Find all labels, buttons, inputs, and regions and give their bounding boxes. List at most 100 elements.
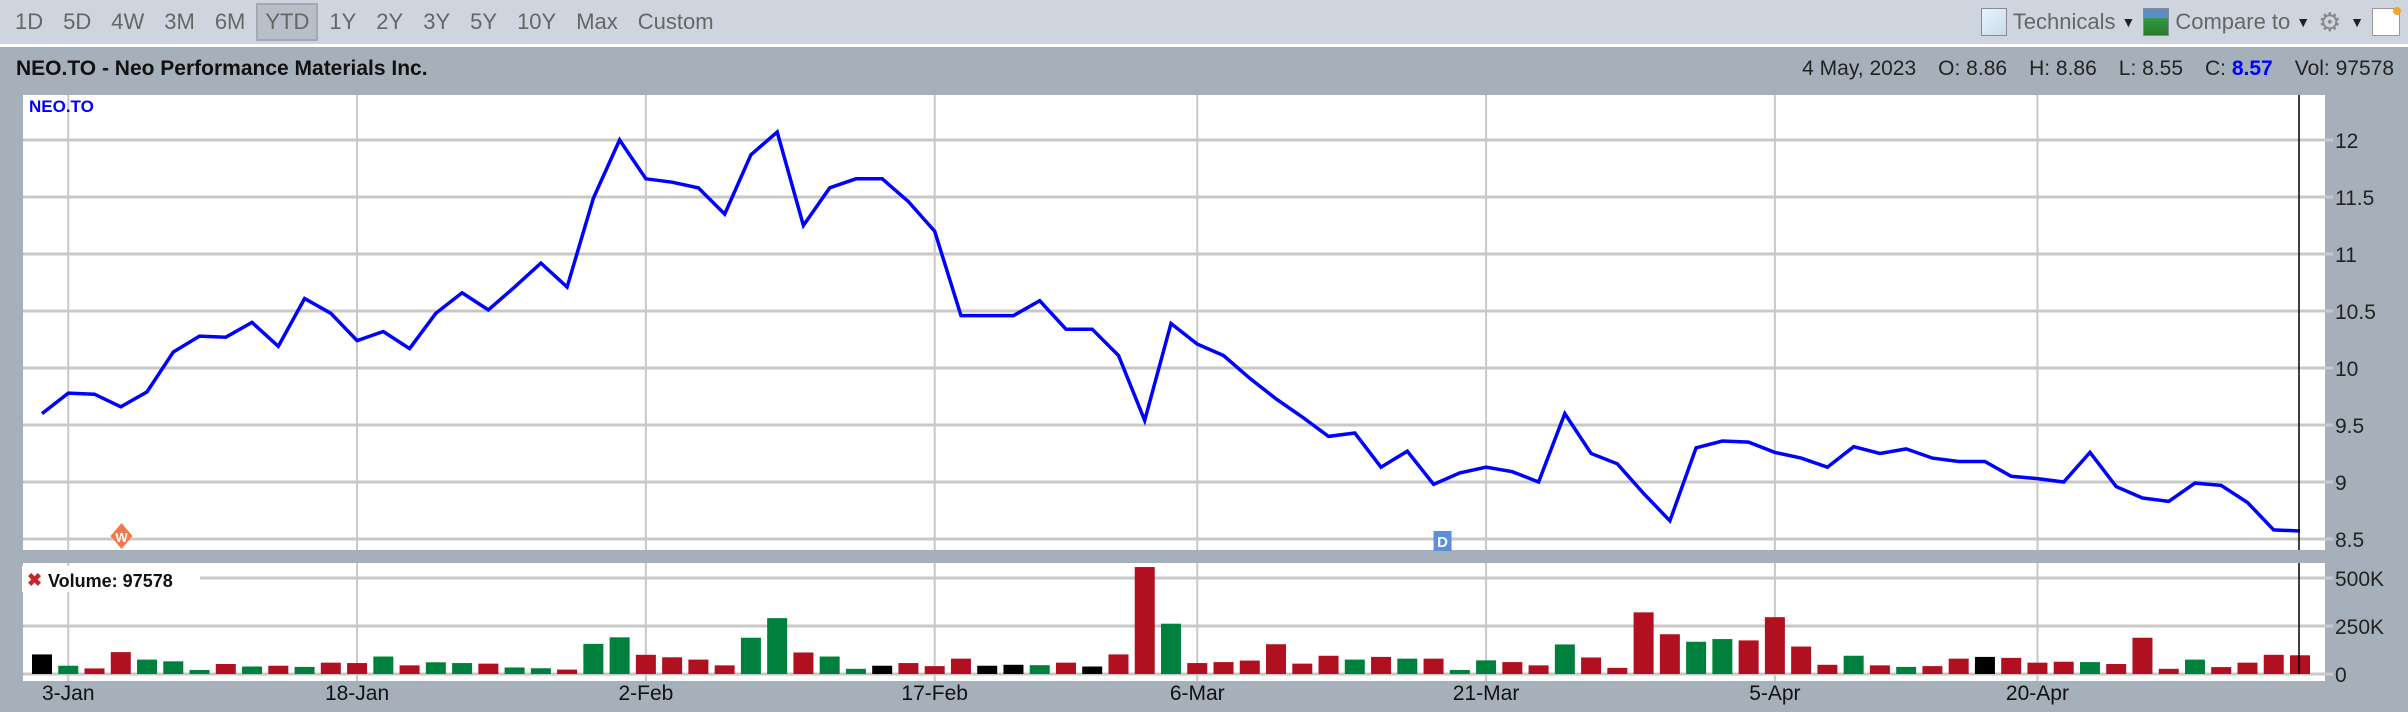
volume-bar xyxy=(1449,669,1470,674)
range-selector: 1D 5D 4W 3M 6M YTD 1Y 2Y 3Y 5Y 10Y Max Custom xyxy=(6,3,725,41)
volume-bar xyxy=(845,668,866,674)
volume-bar xyxy=(1791,646,1812,674)
volume-bar xyxy=(2237,662,2258,674)
range-6m[interactable]: 6M xyxy=(206,3,255,41)
price-axis-label: 9 xyxy=(2335,472,2347,495)
technicals-button[interactable]: Technicals ▼ xyxy=(1980,8,2136,36)
page-title: NEO.TO - Neo Performance Materials Inc. xyxy=(16,57,428,80)
volume-bar xyxy=(688,659,709,674)
settings-button[interactable]: ⚙ ▼ xyxy=(2318,9,2364,35)
volume-bar xyxy=(1607,667,1628,674)
range-1y[interactable]: 1Y xyxy=(320,3,365,41)
volume-bar xyxy=(163,661,184,674)
quote-close-label: C: xyxy=(2205,57,2227,80)
volume-bar xyxy=(1633,612,1654,674)
volume-bar xyxy=(242,666,263,674)
range-3y[interactable]: 3Y xyxy=(414,3,459,41)
compare-button[interactable]: Compare to ▼ xyxy=(2143,8,2310,36)
volume-bar xyxy=(1187,663,1208,674)
volume-bar xyxy=(1423,658,1444,674)
volume-bar xyxy=(110,652,131,674)
volume-bar xyxy=(1554,644,1575,674)
volume-bar xyxy=(1922,666,1943,674)
range-5d[interactable]: 5D xyxy=(54,3,100,41)
chevron-down-icon: ▼ xyxy=(2296,14,2311,30)
volume-bar xyxy=(1292,663,1313,674)
quote-high: H: 8.86 xyxy=(2029,57,2097,80)
volume-bar xyxy=(1896,666,1917,674)
date-axis-label: 20-Apr xyxy=(2006,682,2069,705)
range-max[interactable]: Max xyxy=(567,3,627,41)
date-axis-label: 3-Jan xyxy=(42,682,95,705)
price-axis-label: 12 xyxy=(2335,130,2358,153)
quote-summary: 4 May, 2023 O: 8.86 H: 8.86 L: 8.55 C: 8… xyxy=(1802,57,2394,81)
price-volume-chart[interactable]: 8.5 9 9.5 10 10.5 11 11.5 12 0 250K 500K 3-Jan 18-Ja… xyxy=(0,0,2408,712)
volume-bar xyxy=(2001,657,2022,674)
range-1d[interactable]: 1D xyxy=(6,3,52,41)
volume-bar xyxy=(425,662,446,674)
range-ytd[interactable]: YTD xyxy=(256,3,319,41)
range-2y[interactable]: 2Y xyxy=(367,3,412,41)
panel-separator xyxy=(23,550,2325,563)
series-label: NEO.TO xyxy=(29,97,94,116)
compare-chart-icon xyxy=(2143,8,2170,36)
gear-icon: ⚙ xyxy=(2318,7,2342,37)
range-4w[interactable]: 4W xyxy=(102,3,153,41)
volume-bar xyxy=(2184,659,2205,674)
volume-bar xyxy=(1764,617,1785,674)
quote-open: O: 8.86 xyxy=(1938,57,2008,80)
volume-bar xyxy=(1003,664,1024,674)
volume-bar xyxy=(1974,656,1995,674)
volume-bar xyxy=(1318,655,1339,674)
volume-bar xyxy=(1502,662,1523,674)
date-axis-label: 18-Jan xyxy=(325,682,389,705)
volume-bar xyxy=(1869,665,1890,674)
range-5y[interactable]: 5Y xyxy=(461,3,506,41)
volume-bar xyxy=(1397,658,1418,674)
chevron-down-icon: ▼ xyxy=(2121,14,2136,30)
volume-bar xyxy=(1344,659,1365,674)
event-d-label: D xyxy=(1437,534,1448,551)
volume-bar xyxy=(1712,639,1733,674)
chart-tools: Technicals ▼ Compare to ▼ ⚙ ▼ xyxy=(1980,7,2401,36)
remove-volume-icon[interactable]: ✖ xyxy=(27,570,42,590)
range-3m[interactable]: 3M xyxy=(155,3,204,41)
volume-bar xyxy=(1581,657,1602,674)
volume-bar xyxy=(478,663,499,674)
price-axis-label: 10 xyxy=(2335,358,2358,381)
volume-bar xyxy=(740,637,761,674)
volume-bar xyxy=(1213,662,1234,674)
volume-bar xyxy=(2158,668,2179,674)
volume-bar xyxy=(1843,655,1864,674)
price-axis-label: 10.5 xyxy=(2335,301,2376,324)
volume-bar xyxy=(1817,664,1838,674)
volume-bar xyxy=(189,669,210,674)
volume-bar xyxy=(320,662,341,674)
popout-window-button[interactable] xyxy=(2372,7,2401,36)
volume-bar xyxy=(1134,567,1155,674)
volume-bar xyxy=(2106,664,2127,674)
volume-bar xyxy=(1239,660,1260,674)
volume-bar xyxy=(2132,637,2153,674)
volume-bar xyxy=(1161,623,1181,674)
range-10y[interactable]: 10Y xyxy=(508,3,565,41)
range-custom[interactable]: Custom xyxy=(629,3,723,41)
volume-bar xyxy=(2079,662,2100,674)
volume-bar xyxy=(609,637,630,674)
volume-bar xyxy=(2053,661,2074,674)
quote-low: L: 8.55 xyxy=(2118,57,2184,80)
volume-bar xyxy=(950,658,971,674)
volume-bar xyxy=(767,618,788,674)
volume-bar xyxy=(294,666,315,674)
volume-axis-label: 250K xyxy=(2335,616,2384,639)
volume-bar xyxy=(2290,655,2310,674)
volume-bar xyxy=(1029,665,1050,674)
window-icon xyxy=(2372,7,2401,36)
quote-close-value: 8.57 xyxy=(2231,57,2273,80)
volume-bar xyxy=(347,663,368,674)
volume-bar xyxy=(714,665,735,674)
date-axis-label: 21-Mar xyxy=(1453,682,1520,705)
volume-bar xyxy=(793,652,814,674)
volume-bar xyxy=(399,665,420,674)
date-axis-label: 17-Feb xyxy=(901,682,968,705)
